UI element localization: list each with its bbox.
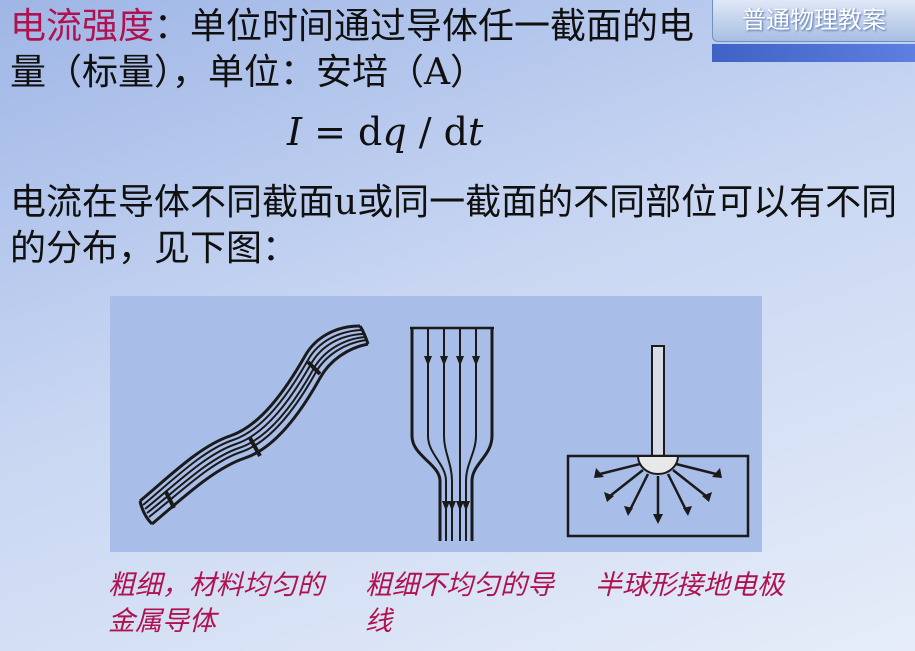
definition-paragraph: 电流强度：单位时间通过导体任一截面的电量（标量），单位：安培（A） xyxy=(10,4,700,96)
distribution-paragraph: 电流在导体不同截面u或同一截面的不同部位可以有不同的分布，见下图： xyxy=(10,182,898,269)
formula-eq: = xyxy=(302,110,359,154)
badge-accent-bar xyxy=(712,44,915,62)
uniform-conductor-drawing xyxy=(138,324,370,526)
current-formula: I = dq / dt xyxy=(287,110,483,154)
caption-uniform-conductor: 粗细，材料均匀的金属导体 xyxy=(108,570,324,637)
term-current-intensity: 电流强度 xyxy=(10,6,155,47)
formula-d2: d xyxy=(443,110,468,154)
formula-q: q xyxy=(382,110,407,154)
caption-hemispherical-electrode: 半球形接地电极 xyxy=(595,570,784,601)
hemispherical-electrode-drawing xyxy=(566,345,750,538)
formula-t: t xyxy=(467,110,484,154)
course-badge: 普通物理教案 xyxy=(712,0,915,42)
current-distribution-figure xyxy=(110,296,762,552)
figure-illustrations xyxy=(138,324,750,541)
caption-nonuniform-wire: 粗细不均匀的导线 xyxy=(365,570,554,637)
formula-d1: d xyxy=(358,110,383,154)
slide: 普通物理教案 电流强度：单位时间通过导体任一截面的电量（标量），单位：安培（A）… xyxy=(0,0,915,651)
formula-slash: / xyxy=(406,110,444,154)
formula-lhs: I xyxy=(287,110,303,154)
nonuniform-wire-drawing xyxy=(410,326,494,541)
